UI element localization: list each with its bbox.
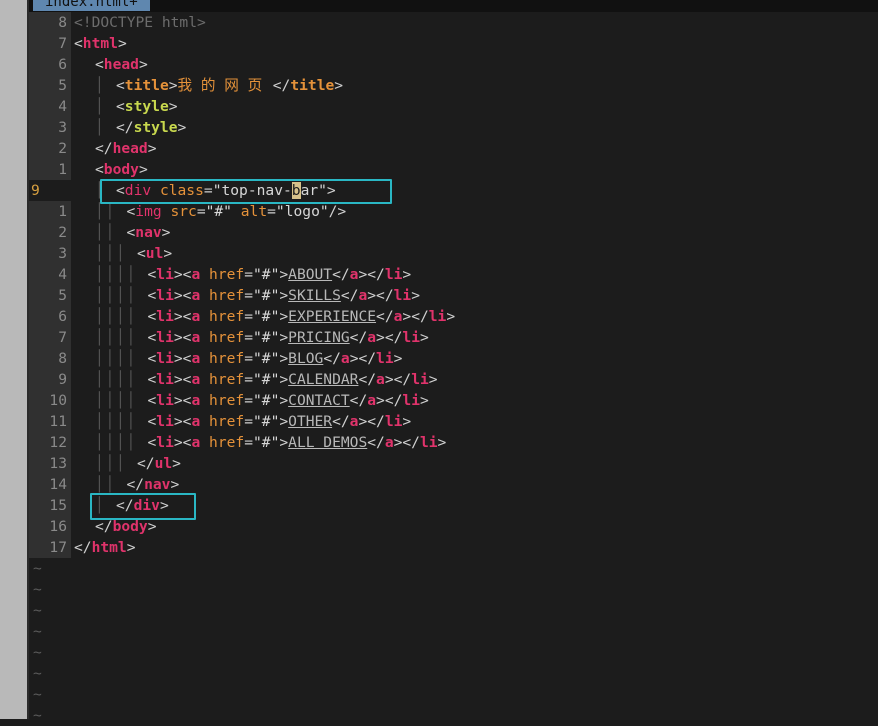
empty-line-marker: ~ — [33, 644, 42, 661]
line-number: 3 — [29, 117, 71, 138]
code-line: 3 </style> — [29, 117, 186, 138]
link-text: ALL DEMOS — [288, 434, 368, 451]
window-margin — [0, 0, 27, 719]
empty-line-marker: ~ — [33, 707, 42, 724]
code-line: 4 <li><a href="#">ABOUT</a></li> — [29, 264, 411, 285]
code-line: 3 <ul> — [29, 243, 172, 264]
link-text: BLOG — [288, 350, 324, 367]
code-line: 13 </ul> — [29, 453, 181, 474]
code-line: 6 <li><a href="#">EXPERIENCE</a></li> — [29, 306, 455, 327]
editor[interactable]: 8 <!DOCTYPE html> 7 <html> 6 <head> 5 <t… — [29, 12, 878, 724]
highlight-box-open-div — [100, 179, 392, 204]
code-line: 7 <html> — [29, 33, 127, 54]
line-number: 8 — [29, 12, 71, 33]
title-text: 我 的 网 页 — [177, 77, 263, 94]
link-text: OTHER — [288, 413, 333, 430]
link-text: CALENDAR — [288, 371, 359, 388]
doctype: <!DOCTYPE html> — [74, 14, 206, 31]
line-number: 2 — [29, 222, 71, 243]
code-line: 5 <li><a href="#">SKILLS</a></li> — [29, 285, 420, 306]
line-number: 6 — [29, 306, 71, 327]
code-line: 1 <img src="#" alt="logo"/> — [29, 201, 346, 222]
empty-line-marker: ~ — [33, 623, 42, 640]
line-number: 16 — [29, 516, 71, 537]
empty-line-marker: ~ — [33, 560, 42, 577]
link-text: EXPERIENCE — [288, 308, 377, 325]
code-line: 10 <li><a href="#">CONTACT</a></li> — [29, 390, 429, 411]
line-number: 10 — [29, 390, 71, 411]
code-line: 2 </head> — [29, 138, 157, 159]
line-number: 9 — [29, 369, 71, 390]
code-line: 1 <body> — [29, 159, 148, 180]
line-number: 1 — [29, 159, 71, 180]
line-number: 13 — [29, 453, 71, 474]
code-line: 9 <li><a href="#">CALENDAR</a></li> — [29, 369, 438, 390]
code-line: 11 <li><a href="#">OTHER</a></li> — [29, 411, 411, 432]
code-line: 12 <li><a href="#">ALL DEMOS</a></li> — [29, 432, 446, 453]
tab-line: index.html+ — [29, 0, 878, 12]
code-line-current: 9 <div class="top-nav-bar"> — [29, 180, 336, 201]
code-line: 4 <style> — [29, 96, 178, 117]
line-number: 5 — [29, 285, 71, 306]
line-number: 1 — [29, 201, 71, 222]
link-text: CONTACT — [288, 392, 350, 409]
empty-line-marker: ~ — [33, 665, 42, 682]
code-line: 17 </html> — [29, 537, 136, 558]
code-line: 14 </nav> — [29, 474, 179, 495]
line-number: 7 — [29, 33, 71, 54]
code-line: 6 <head> — [29, 54, 148, 75]
code-line: 16 </body> — [29, 516, 157, 537]
code-line: 5 <title>我 的 网 页</title> — [29, 75, 343, 96]
file-tab[interactable]: index.html+ — [33, 0, 150, 11]
code-line: 8 <li><a href="#">BLOG</a></li> — [29, 348, 402, 369]
empty-line-marker: ~ — [33, 602, 42, 619]
line-number: 8 — [29, 348, 71, 369]
line-number: 14 — [29, 474, 71, 495]
line-number: 17 — [29, 537, 71, 558]
link-text: PRICING — [288, 329, 350, 346]
line-number: 2 — [29, 138, 71, 159]
link-text: ABOUT — [288, 266, 333, 283]
line-number: 12 — [29, 432, 71, 453]
code-line: 7 <li><a href="#">PRICING</a></li> — [29, 327, 429, 348]
empty-line-marker: ~ — [33, 686, 42, 703]
current-line-number: 9 — [31, 182, 40, 199]
line-number: 3 — [29, 243, 71, 264]
line-number: 4 — [29, 264, 71, 285]
line-number: 15 — [29, 495, 71, 516]
link-text: SKILLS — [288, 287, 341, 304]
empty-line-marker: ~ — [33, 581, 42, 598]
code-line: 2 <nav> — [29, 222, 170, 243]
code-line: 8 <!DOCTYPE html> — [29, 12, 206, 33]
line-number: 5 — [29, 75, 71, 96]
line-number: 11 — [29, 411, 71, 432]
highlight-box-close-div — [90, 493, 196, 520]
line-number: 7 — [29, 327, 71, 348]
line-number: 4 — [29, 96, 71, 117]
code-line: 15 </div> — [29, 495, 169, 516]
line-number: 6 — [29, 54, 71, 75]
